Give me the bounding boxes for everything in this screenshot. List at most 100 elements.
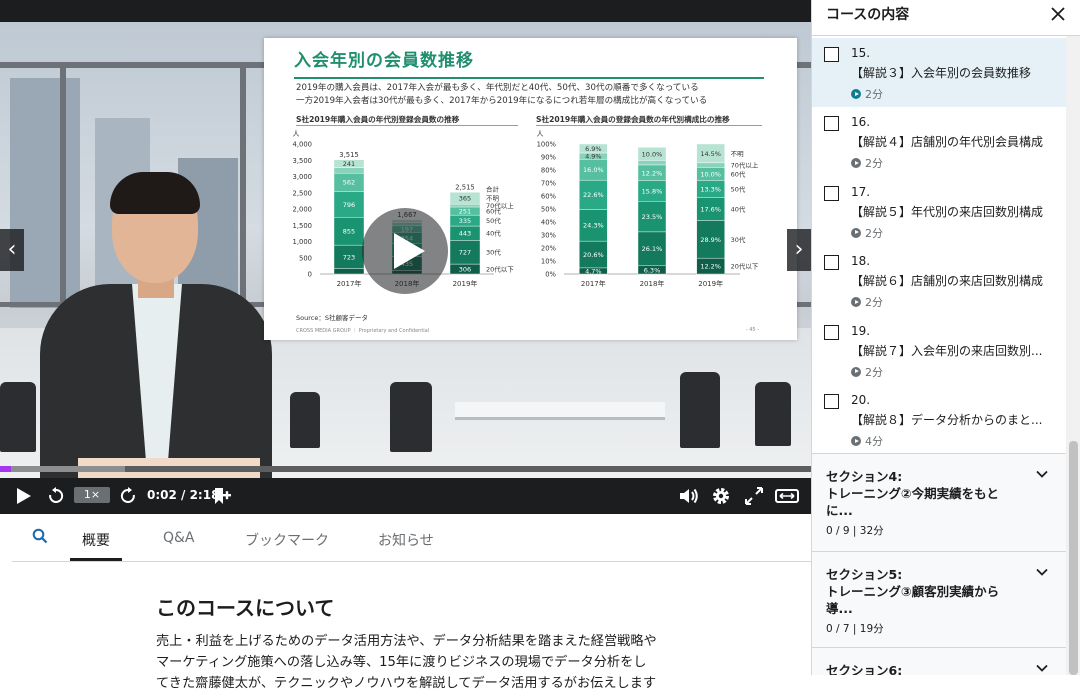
y-tick-label: 20% xyxy=(541,245,557,253)
chevron-down-icon[interactable] xyxy=(1034,660,1050,675)
bar-segment xyxy=(637,160,667,166)
play-circle-icon xyxy=(851,436,861,446)
slide-title: 入会年別の会員数推移 xyxy=(294,51,474,71)
tab-qa[interactable]: Q&A xyxy=(163,530,195,546)
data-label: 727 xyxy=(459,249,471,257)
slide-text-line: 一方2019年入会者は30代が最も多く、2017年から2019年になるにつれ若年… xyxy=(296,96,708,106)
lesson-checkbox[interactable] xyxy=(824,394,839,409)
lesson-title: 【解説８】データ分析からのまと... xyxy=(851,413,1043,427)
fullscreen-button[interactable] xyxy=(743,486,765,506)
presentation-slide: 入会年別の会員数推移 2019年の購入会員は、2017年入会が最も多く、年代別だ… xyxy=(264,38,797,340)
total-label: 3,515 xyxy=(339,151,358,159)
tab-overview[interactable]: 概要 xyxy=(82,530,110,550)
data-label: 12.2% xyxy=(642,169,663,177)
bookmark-add-icon xyxy=(215,488,231,504)
lesson-title: 【解説５】年代別の来店回数別構成 xyxy=(851,204,1044,219)
lesson-duration-text: 2分 xyxy=(865,226,883,240)
section-item[interactable]: セクション4: トレーニング②今期実績をもと に... 0 / 9 | 32分 xyxy=(812,453,1066,551)
search-button[interactable] xyxy=(32,528,48,548)
data-label: 28.9% xyxy=(700,236,721,244)
y-tick-label: 10% xyxy=(541,258,557,266)
playback-speed-button[interactable]: 1× xyxy=(74,487,110,503)
y-tick-label: 3,500 xyxy=(293,157,312,165)
legend-label: 20代以下 xyxy=(486,264,514,273)
section-item[interactable]: セクション6: xyxy=(812,647,1066,675)
previous-lesson-button[interactable]: ‹ xyxy=(0,229,24,271)
tab-announcements[interactable]: お知らせ xyxy=(378,530,434,550)
play-overlay-button[interactable] xyxy=(362,208,448,294)
y-tick-label: 60% xyxy=(541,193,557,201)
lesson-item[interactable]: 17. 【解説５】年代別の来店回数別構成 2分 xyxy=(812,177,1066,246)
lesson-item[interactable]: 19. 【解説７】入会年別の来店回数別... 2分 xyxy=(812,316,1066,385)
forward-button[interactable] xyxy=(118,486,138,506)
settings-button[interactable] xyxy=(710,486,732,506)
section-subtitle: に... xyxy=(826,503,853,518)
y-tick-label: 1,000 xyxy=(293,238,312,246)
y-tick-label: 80% xyxy=(541,167,557,175)
data-label: 562 xyxy=(343,179,355,187)
chevron-down-icon[interactable] xyxy=(1034,466,1050,482)
video-player[interactable]: 入会年別の会員数推移 2019年の購入会員は、2017年入会が最も多く、年代別だ… xyxy=(0,0,811,514)
right-chart-title: S社2019年購入会員の登録会員数の年代別構成比の推移 xyxy=(536,115,730,124)
theater-mode-button[interactable] xyxy=(774,486,800,506)
tab-bookmarks[interactable]: ブックマーク xyxy=(245,530,329,550)
presenter xyxy=(40,172,280,478)
expand-icon xyxy=(775,489,799,503)
section-item[interactable]: セクション5: トレーニング③顧客別実績から 導... 0 / 7 | 19分 xyxy=(812,551,1066,649)
legend-label: 20代以下 xyxy=(731,261,759,270)
video-frame[interactable]: 入会年別の会員数推移 2019年の購入会員は、2017年入会が最も多く、年代別だ… xyxy=(0,22,811,478)
lesson-number: 16. xyxy=(851,115,871,130)
sidebar-scrollbar-thumb[interactable] xyxy=(1069,441,1078,675)
lesson-checkbox[interactable] xyxy=(824,116,839,132)
total-label: 2,515 xyxy=(455,183,474,191)
legend-label: 40代 xyxy=(486,229,501,238)
play-icon xyxy=(394,233,425,269)
lesson-checkbox[interactable] xyxy=(824,47,839,62)
lesson-checkbox[interactable] xyxy=(824,255,839,271)
legend-label: 40代 xyxy=(731,205,746,214)
lesson-item[interactable]: 16. 【解説４】店舗別の年代別会員構成 2分 xyxy=(812,107,1066,176)
y-tick-label: 500 xyxy=(299,254,312,262)
sidebar-scrollbar[interactable] xyxy=(1066,36,1080,675)
bar-segment xyxy=(333,268,365,275)
lesson-checkbox[interactable] xyxy=(824,185,839,201)
data-label: 24.3% xyxy=(583,222,604,230)
x-tick-label: 2019年 xyxy=(698,279,723,288)
lesson-item[interactable]: 15. 【解説３】入会年別の会員数推移 2分 xyxy=(812,38,1066,107)
data-label: 796 xyxy=(343,201,355,209)
active-tab-indicator xyxy=(70,558,122,561)
data-label: 22.6% xyxy=(583,191,604,199)
lesson-number: 19. xyxy=(851,323,871,338)
add-bookmark-button[interactable] xyxy=(210,486,232,506)
chevron-down-icon[interactable] xyxy=(1034,564,1050,580)
about-text-line: 売上・利益を上げるためのデータ活用方法や、データ分析結果を踏まえた経営戦略や xyxy=(156,634,657,649)
progress-bar[interactable] xyxy=(0,466,811,472)
lesson-title: 【解説３】入会年別の会員数推移 xyxy=(851,66,1032,80)
lesson-duration-text: 4分 xyxy=(865,435,883,448)
section-label: セクション4: xyxy=(826,469,903,484)
about-heading: このコースについて xyxy=(156,596,335,620)
fullscreen-icon xyxy=(745,487,763,505)
next-lesson-button[interactable]: › xyxy=(787,229,811,271)
lesson-duration-text: 2分 xyxy=(865,88,883,101)
close-sidebar-button[interactable] xyxy=(1048,2,1068,24)
legend-label: 不明 xyxy=(731,150,745,158)
legend-label: 60代 xyxy=(731,169,746,178)
data-label: 251 xyxy=(459,207,471,215)
lesson-checkbox[interactable] xyxy=(824,324,839,340)
legend-label: 不明 xyxy=(486,195,500,203)
lesson-duration-text: 2分 xyxy=(865,157,883,171)
volume-button[interactable] xyxy=(678,486,700,506)
gear-icon xyxy=(713,488,729,504)
section-subtitle: トレーニング③顧客別実績から xyxy=(826,584,1000,599)
x-tick-label: 2017年 xyxy=(581,279,606,288)
rewind-button[interactable] xyxy=(46,486,66,506)
lesson-item[interactable]: 18. 【解説６】店舗別の来店回数別構成 2分 xyxy=(812,246,1066,315)
y-tick-label: 50% xyxy=(541,206,557,214)
lesson-item[interactable]: 20. 【解説８】データ分析からのまと... 4分 xyxy=(812,385,1066,454)
play-button[interactable] xyxy=(14,486,34,506)
lesson-duration-text: 2分 xyxy=(865,365,883,379)
section-subtitle: トレーニング②今期実績をもと xyxy=(826,486,999,501)
data-label: 365 xyxy=(459,195,471,203)
data-label: 723 xyxy=(343,253,355,261)
